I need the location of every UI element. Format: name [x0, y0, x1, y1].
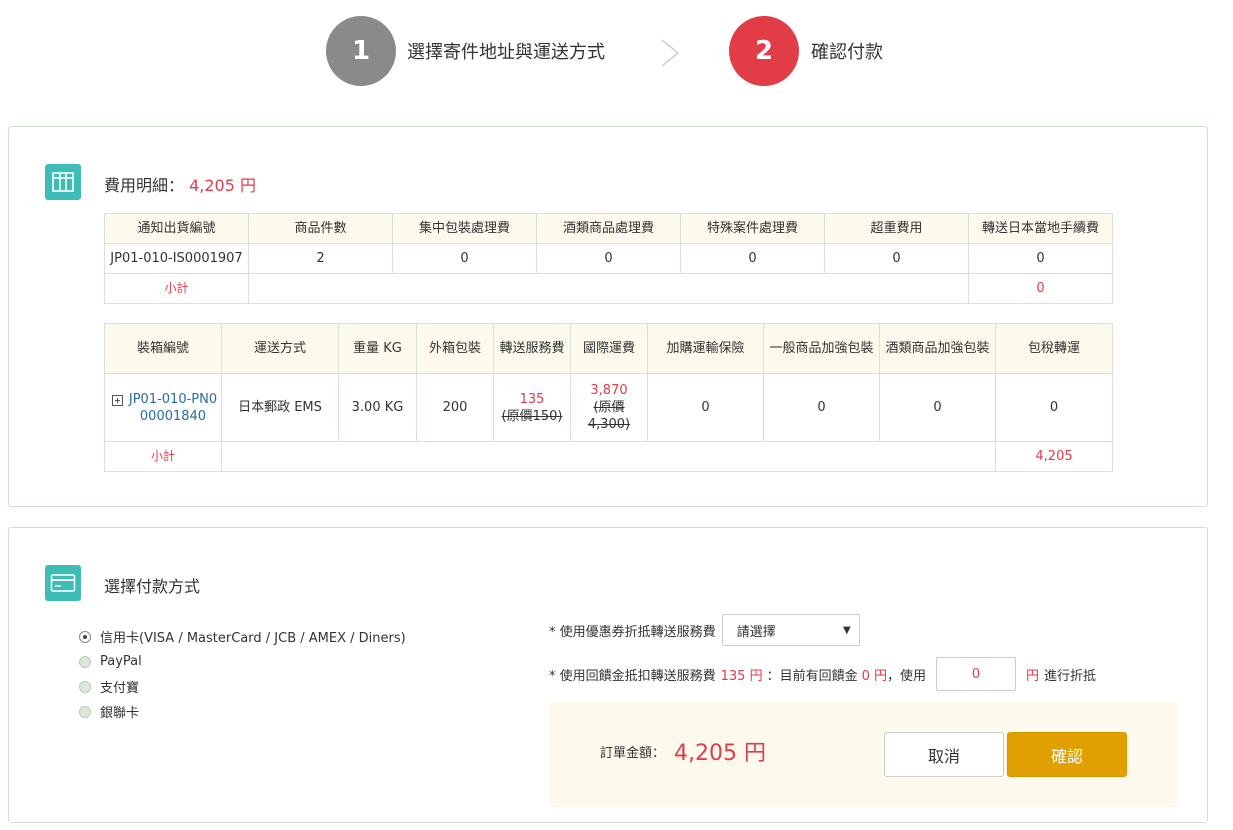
table-cell: 2 [248, 243, 393, 274]
service-fee-cell: 135 (原價150) [493, 373, 571, 442]
table-header: 商品件數 [248, 213, 393, 244]
rebate-amount-input[interactable]: 0 [936, 657, 1017, 691]
fee-details-panel: 費用明細： 4,205 円 通知出貨編號 商品件數 集中包裝處理費 酒類商品處理… [8, 126, 1208, 507]
intl-fee-original: (原價4,300) [587, 400, 631, 432]
radio-icon[interactable] [79, 705, 91, 718]
table-header: 特殊案件處理費 [680, 213, 825, 244]
table-header: 轉送日本當地手續費 [968, 213, 1113, 244]
payment-option-unionpay[interactable]: 銀聯卡 [79, 699, 406, 724]
payment-title: 選擇付款方式 [104, 577, 201, 596]
order-summary: 訂單金額： 4,205 円 取消 確認 [549, 702, 1177, 807]
step-1-badge: 1 [326, 16, 396, 86]
order-amount-label: 訂單金額： [600, 746, 666, 761]
payment-method-list: 信用卡(VISA / MasterCard / JCB / AMEX / Din… [79, 624, 406, 724]
payment-panel: 選擇付款方式 信用卡(VISA / MasterCard / JCB / AME… [8, 527, 1208, 823]
coupon-select[interactable]: 請選擇 ▼ [721, 614, 860, 646]
subtotal-row: 小計 0 [104, 273, 1113, 304]
table-cell: 0 [763, 373, 880, 442]
box-id-link[interactable]: JP01-010-PN000001840 [127, 391, 219, 425]
rebate-mid: ：目前有回饋金 [766, 668, 858, 684]
table-row: JP01-010-IS0001907 2 0 0 0 0 0 [104, 243, 1113, 274]
table-cell: 0 [824, 243, 969, 274]
rebate-prefix: * 使用回饋金抵扣轉送服務費 [549, 668, 716, 684]
payment-option-label: 銀聯卡 [100, 706, 140, 721]
table-row: JP01-010-PN000001840 日本郵政 EMS 3.00 KG 20… [104, 373, 1113, 442]
table-header: 運送方式 [221, 323, 339, 374]
step-2-label: 確認付款 [811, 42, 883, 63]
subtotal-value: 0 [968, 273, 1113, 304]
table-header: 超重費用 [824, 213, 969, 244]
table-cell: 0 [647, 373, 764, 442]
chevron-right-icon [661, 39, 680, 67]
coupon-label: * 使用優惠券折抵轉送服務費 [549, 624, 716, 640]
table-header: 加購運輸保險 [647, 323, 764, 374]
table-header: 通知出貨編號 [104, 213, 249, 244]
table-header: 國際運費 [570, 323, 648, 374]
payment-option-label: PayPal [100, 654, 142, 669]
intl-fee: 3,870 [590, 383, 628, 398]
table-cell: 0 [968, 243, 1113, 274]
table-header: 酒類商品加強包裝 [879, 323, 996, 374]
fee-total: 4,205 円 [189, 176, 257, 195]
radio-checked-icon[interactable] [79, 630, 91, 643]
table-header: 包稅轉運 [995, 323, 1113, 374]
table-cell [221, 441, 996, 472]
plus-square-icon[interactable] [112, 394, 123, 406]
rebate-balance: 0 円 [861, 668, 888, 684]
table-header: 重量 KG [338, 323, 417, 374]
table-cell: 0 [680, 243, 825, 274]
table-cell: 0 [879, 373, 996, 442]
payment-option-paypal[interactable]: PayPal [79, 649, 406, 674]
table-header: 轉送服務費 [493, 323, 571, 374]
table-header: 裝箱編號 [104, 323, 222, 374]
coupon-row: * 使用優惠券折抵轉送服務費 請選擇 ▼ [549, 614, 860, 646]
rebate-unit: 円 [1026, 668, 1040, 684]
radio-icon[interactable] [79, 655, 91, 668]
fee-title-label: 費用明細： [104, 176, 185, 195]
caret-down-icon: ▼ [842, 624, 851, 636]
table-cell: 0 [392, 243, 537, 274]
order-amount: 4,205 円 [674, 741, 766, 766]
table-header: 集中包裝處理費 [392, 213, 537, 244]
rebate-use: ，使用 [887, 668, 927, 684]
table-cell: 0 [536, 243, 681, 274]
table-header: 酒類商品處理費 [536, 213, 681, 244]
credit-card-icon [45, 565, 81, 601]
box-id-cell: JP01-010-PN000001840 [104, 373, 222, 442]
table-header: 外箱包裝 [416, 323, 494, 374]
table-cell: JP01-010-IS0001907 [104, 243, 249, 274]
fee-title: 費用明細： 4,205 円 [104, 172, 256, 196]
service-fee: 135 [519, 391, 545, 407]
payment-option-credit-card[interactable]: 信用卡(VISA / MasterCard / JCB / AMEX / Din… [79, 624, 406, 649]
shipment-notice-table: 通知出貨編號 商品件數 集中包裝處理費 酒類商品處理費 特殊案件處理費 超重費用… [104, 213, 1113, 304]
table-cell [248, 273, 969, 304]
table-cell: 200 [416, 373, 494, 442]
radio-icon[interactable] [79, 680, 91, 693]
subtotal-label: 小計 [104, 273, 249, 304]
subtotal-value: 4,205 [995, 441, 1113, 472]
rebate-fee: 135 円 [720, 668, 763, 684]
table-cell: 日本郵政 EMS [221, 373, 339, 442]
payment-option-alipay[interactable]: 支付寶 [79, 674, 406, 699]
rebate-suffix: 進行折抵 [1044, 668, 1097, 684]
package-icon [45, 164, 81, 200]
coupon-select-value: 請選擇 [736, 624, 776, 640]
payment-option-label: 信用卡(VISA / MasterCard / JCB / AMEX / Din… [100, 631, 406, 646]
checkout-steps: 1 選擇寄件地址與運送方式 2 確認付款 [0, 16, 1233, 88]
payment-option-label: 支付寶 [100, 681, 140, 696]
subtotal-row: 小計 4,205 [104, 441, 1113, 472]
intl-fee-cell: 3,870 (原價4,300) [570, 373, 648, 442]
table-cell: 3.00 KG [338, 373, 417, 442]
step-2-badge: 2 [729, 16, 799, 86]
service-fee-original: (原價150) [501, 408, 563, 424]
confirm-button[interactable]: 確認 [1007, 732, 1127, 777]
table-cell: 0 [995, 373, 1113, 442]
box-details-table: 裝箱編號 運送方式 重量 KG 外箱包裝 轉送服務費 國際運費 加購運輸保險 一… [104, 323, 1113, 472]
subtotal-label: 小計 [104, 441, 222, 472]
table-header: 一般商品加強包裝 [763, 323, 880, 374]
cancel-button[interactable]: 取消 [884, 732, 1004, 777]
rebate-row: * 使用回饋金抵扣轉送服務費 135 円 ：目前有回饋金 0 円 ，使用 0 円… [549, 657, 1096, 691]
step-1-label: 選擇寄件地址與運送方式 [407, 42, 605, 63]
